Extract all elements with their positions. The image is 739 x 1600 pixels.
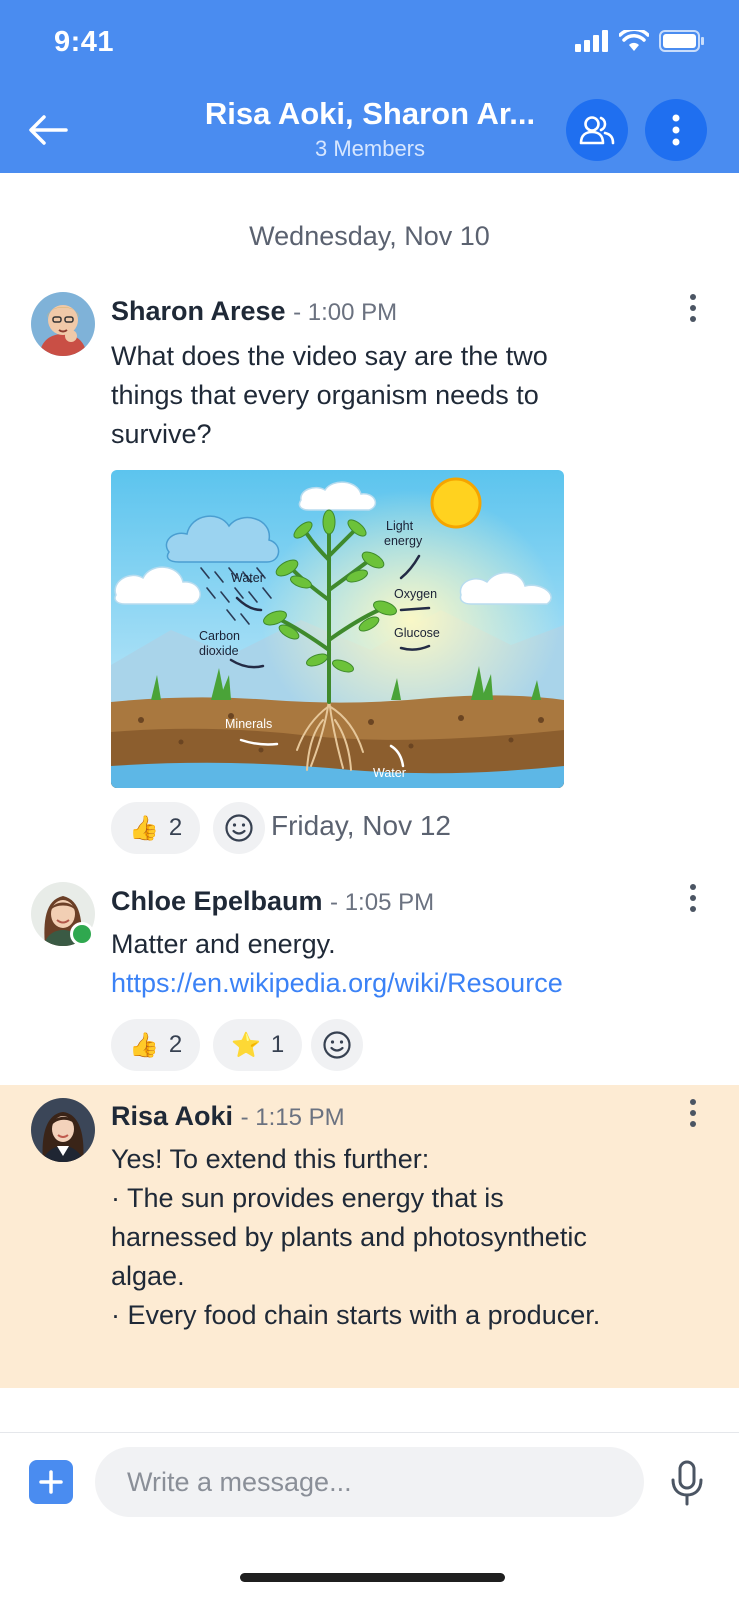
microphone-button[interactable] (667, 1458, 707, 1508)
sender-name: Sharon Arese (111, 296, 286, 326)
reaction-count: 1 (270, 1031, 285, 1058)
add-reaction-icon (225, 814, 253, 842)
signal-icon (575, 30, 608, 52)
label-carbon: Carbon (199, 629, 240, 643)
back-button[interactable] (26, 108, 70, 152)
reaction-star[interactable]: ⭐ 1 (213, 1019, 303, 1071)
thumbs-up-emoji: 👍 (129, 1031, 159, 1059)
label-energy: energy (384, 534, 423, 548)
status-icons (575, 30, 705, 52)
message-input[interactable] (95, 1447, 644, 1517)
message-body: Matter and energy. https://en.wikipedia.… (111, 925, 711, 1003)
plus-icon (39, 1470, 63, 1494)
status-time: 9:41 (54, 26, 115, 58)
message-body: Yes! To extend this further: · The sun p… (111, 1140, 731, 1335)
back-arrow-icon (29, 115, 68, 145)
label-light: Light (386, 519, 414, 533)
add-reaction-icon (323, 1031, 351, 1059)
chat-title-block[interactable]: Risa Aoki, Sharon Ar... 3 Members (180, 96, 560, 162)
message-options-button[interactable] (678, 1093, 708, 1133)
label-minerals: Minerals (225, 717, 272, 731)
photosynthesis-image[interactable]: Light energy Water Oxygen Carbon dioxide… (111, 470, 564, 788)
reaction-thumbs-up[interactable]: 👍 2 (111, 802, 201, 854)
message-time: - 1:15 PM (240, 1104, 345, 1131)
members-button[interactable] (566, 99, 628, 161)
label-glucose: Glucose (394, 626, 440, 640)
header-bar: 9:41 Risa Aoki, Sharon Ar... 3 Members (0, 0, 739, 173)
avatar[interactable] (31, 292, 95, 356)
label-dioxide: dioxide (199, 644, 239, 658)
reaction-thumbs-up[interactable]: 👍 2 (111, 1019, 201, 1071)
wifi-icon (619, 30, 649, 51)
floating-date-label: Friday, Nov 12 (271, 810, 451, 841)
message-line: algae. (111, 1261, 185, 1291)
message-header: Chloe Epelbaum - 1:05 PM (111, 886, 434, 917)
battery-icon (659, 30, 704, 52)
label-water-bottom: Water (373, 766, 406, 780)
more-options-button[interactable] (645, 99, 707, 161)
message-time: - 1:05 PM (330, 889, 435, 916)
composer-divider (0, 1432, 739, 1433)
add-reaction-button[interactable] (311, 1019, 363, 1071)
date-divider: Wednesday, Nov 10 (249, 221, 490, 251)
message-line: things that every organism needs to (111, 380, 539, 410)
message-header: Risa Aoki - 1:15 PM (111, 1101, 345, 1132)
star-emoji: ⭐ (231, 1031, 261, 1059)
label-water-top: Water (231, 571, 264, 585)
members-icon (579, 116, 615, 145)
message-body: What does the video say are the two thin… (111, 337, 711, 454)
more-vertical-icon (672, 114, 680, 146)
microphone-icon (671, 1460, 703, 1506)
label-oxygen: Oxygen (394, 587, 437, 601)
message-time: - 1:00 PM (293, 299, 398, 326)
chat-title: Risa Aoki, Sharon Ar... (204, 96, 536, 131)
reaction-count: 2 (168, 1031, 183, 1058)
message-options-button[interactable] (678, 878, 708, 918)
message-line: harnessed by plants and photosynthetic (111, 1222, 587, 1252)
sender-name: Risa Aoki (111, 1101, 234, 1131)
add-attachment-button[interactable] (29, 1460, 73, 1504)
message-line: survive? (111, 419, 212, 449)
thumbs-up-emoji: 👍 (129, 814, 159, 842)
add-reaction-button[interactable] (213, 802, 265, 854)
message-header: Sharon Arese - 1:00 PM (111, 296, 397, 327)
resource-link[interactable]: https://en.wikipedia.org/wiki/Resource (111, 968, 563, 998)
message-line: What does the video say are the two (111, 341, 548, 371)
message-line: Matter and energy. (111, 929, 336, 959)
avatar[interactable] (31, 1098, 95, 1162)
online-status-indicator (70, 922, 94, 946)
message-line: Yes! To extend this further: (111, 1144, 430, 1174)
home-indicator (240, 1573, 505, 1582)
sender-name: Chloe Epelbaum (111, 886, 323, 916)
reaction-count: 2 (168, 814, 183, 841)
message-options-button[interactable] (678, 288, 708, 328)
message-line: · Every food chain starts with a produce… (111, 1300, 601, 1330)
message-line: · The sun provides energy that is (111, 1183, 504, 1213)
members-count: 3 Members (314, 136, 426, 161)
